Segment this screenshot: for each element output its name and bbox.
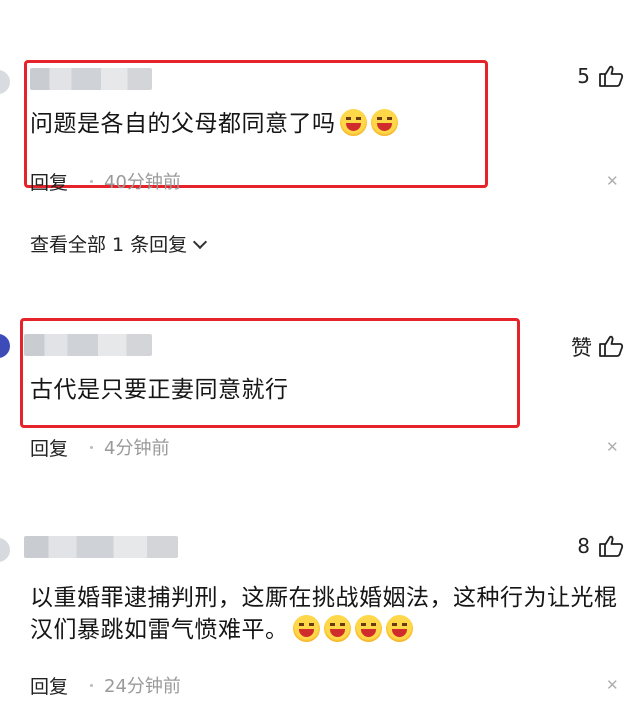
chevron-down-icon xyxy=(193,234,208,250)
thumbs-up-icon[interactable] xyxy=(598,64,624,88)
grin-emoji-icon xyxy=(370,109,398,136)
comment-text: 问题是各自的父母都同意了吗 xyxy=(30,104,398,144)
separator-dot xyxy=(90,684,93,687)
timestamp: 24分钟前 xyxy=(104,676,181,697)
separator-dot xyxy=(90,446,93,449)
grin-emoji-icon xyxy=(385,615,413,642)
thumbs-up-icon[interactable] xyxy=(598,534,624,558)
comment-text: 古代是只要正妻同意就行 xyxy=(30,377,289,403)
view-all-replies-link[interactable]: 查看全部 1 条回复 xyxy=(30,230,208,257)
grin-emoji-icon xyxy=(354,615,382,642)
timestamp: 40分钟前 xyxy=(104,172,181,193)
like-count: 5 xyxy=(577,64,590,88)
grin-emoji-icon xyxy=(292,615,320,642)
like-count: 8 xyxy=(577,534,590,558)
username-blurred[interactable] xyxy=(24,536,178,558)
reply-button[interactable]: 回复 xyxy=(30,168,68,195)
avatar[interactable] xyxy=(0,538,10,562)
avatar[interactable] xyxy=(0,70,10,94)
timestamp: 4分钟前 xyxy=(104,438,170,459)
separator-dot xyxy=(90,180,93,183)
like-count: 赞 xyxy=(571,336,592,360)
thumbs-up-icon[interactable] xyxy=(598,334,624,358)
close-icon[interactable]: ✕ xyxy=(606,676,619,694)
reply-button[interactable]: 回复 xyxy=(30,434,68,461)
grin-emoji-icon xyxy=(339,109,367,136)
close-icon[interactable]: ✕ xyxy=(606,172,619,190)
comment-text-line-2: 汉们暴跳如雷气愤难平。 xyxy=(30,610,413,650)
reply-button[interactable]: 回复 xyxy=(30,672,68,699)
close-icon[interactable]: ✕ xyxy=(606,438,619,456)
grin-emoji-icon xyxy=(323,615,351,642)
avatar[interactable] xyxy=(0,334,10,358)
